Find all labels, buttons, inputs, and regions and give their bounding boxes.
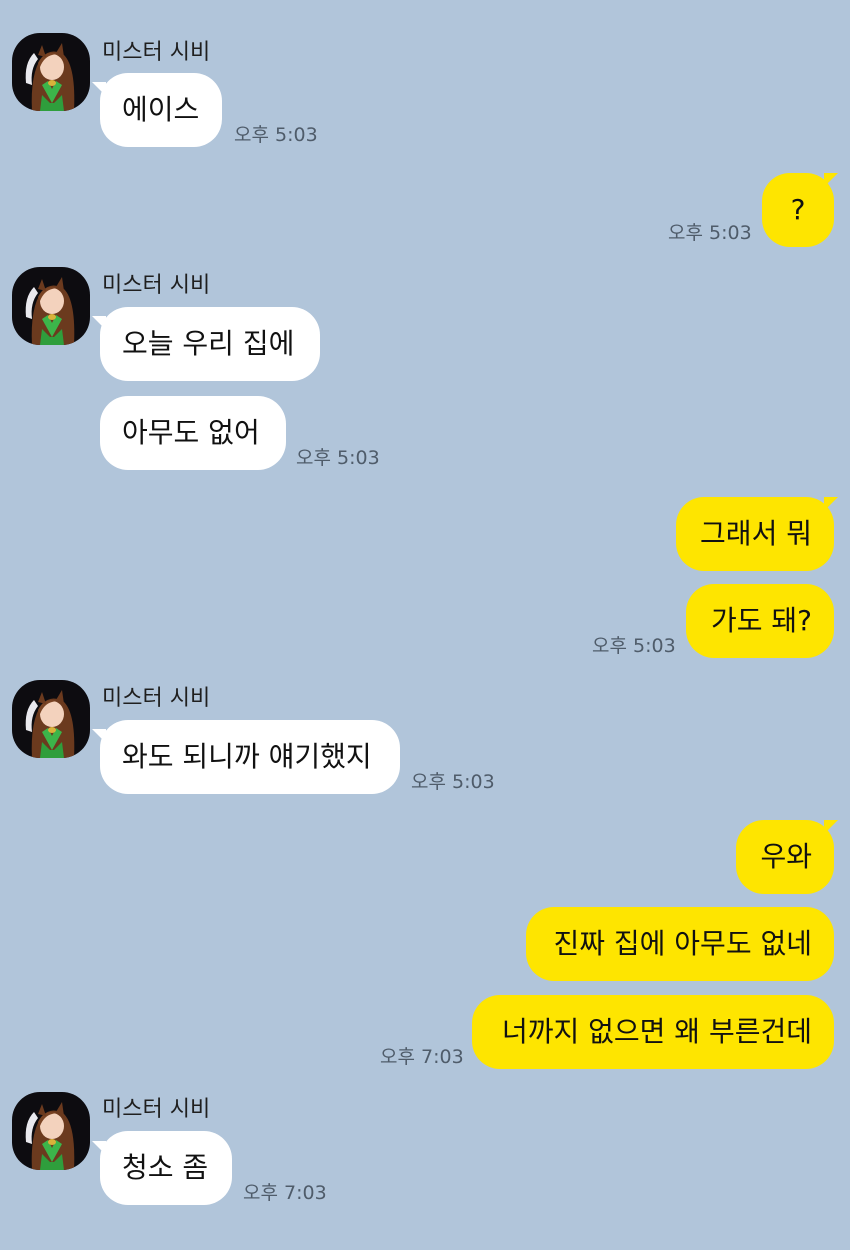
avatar-image-icon: [25, 277, 75, 345]
avatar-image-icon: [25, 43, 75, 111]
outgoing-message-bubble[interactable]: 우와: [736, 820, 834, 894]
sender-avatar[interactable]: [12, 267, 90, 345]
message-timestamp: 오후 7:03: [380, 1046, 464, 1068]
incoming-message-bubble[interactable]: 청소 좀: [100, 1131, 232, 1205]
incoming-message-bubble[interactable]: 에이스: [100, 73, 222, 147]
outgoing-message-bubble[interactable]: ?: [762, 173, 834, 247]
message-timestamp: 오후 5:03: [411, 771, 495, 793]
sender-avatar[interactable]: [12, 1092, 90, 1170]
outgoing-message-bubble[interactable]: 너까지 없으면 왜 부른건데: [472, 995, 834, 1069]
message-timestamp: 오후 5:03: [592, 635, 676, 657]
outgoing-message-bubble[interactable]: 가도 돼?: [686, 584, 834, 658]
avatar-image-icon: [25, 1102, 75, 1170]
sender-avatar[interactable]: [12, 33, 90, 111]
incoming-message-bubble[interactable]: 오늘 우리 집에: [100, 307, 320, 381]
incoming-message-bubble[interactable]: 와도 되니까 얘기했지: [100, 720, 400, 794]
sender-name: 미스터 시비: [102, 1097, 211, 1122]
sender-name: 미스터 시비: [102, 40, 211, 65]
sender-name: 미스터 시비: [102, 273, 211, 298]
message-timestamp: 오후 7:03: [243, 1182, 327, 1204]
avatar-image-icon: [25, 690, 75, 758]
outgoing-message-bubble[interactable]: 그래서 뭐: [676, 497, 834, 571]
sender-name: 미스터 시비: [102, 686, 211, 711]
sender-avatar[interactable]: [12, 680, 90, 758]
message-timestamp: 오후 5:03: [234, 124, 318, 146]
message-timestamp: 오후 5:03: [296, 447, 380, 469]
incoming-message-bubble[interactable]: 아무도 없어: [100, 396, 286, 470]
message-timestamp: 오후 5:03: [668, 222, 752, 244]
outgoing-message-bubble[interactable]: 진짜 집에 아무도 없네: [526, 907, 834, 981]
